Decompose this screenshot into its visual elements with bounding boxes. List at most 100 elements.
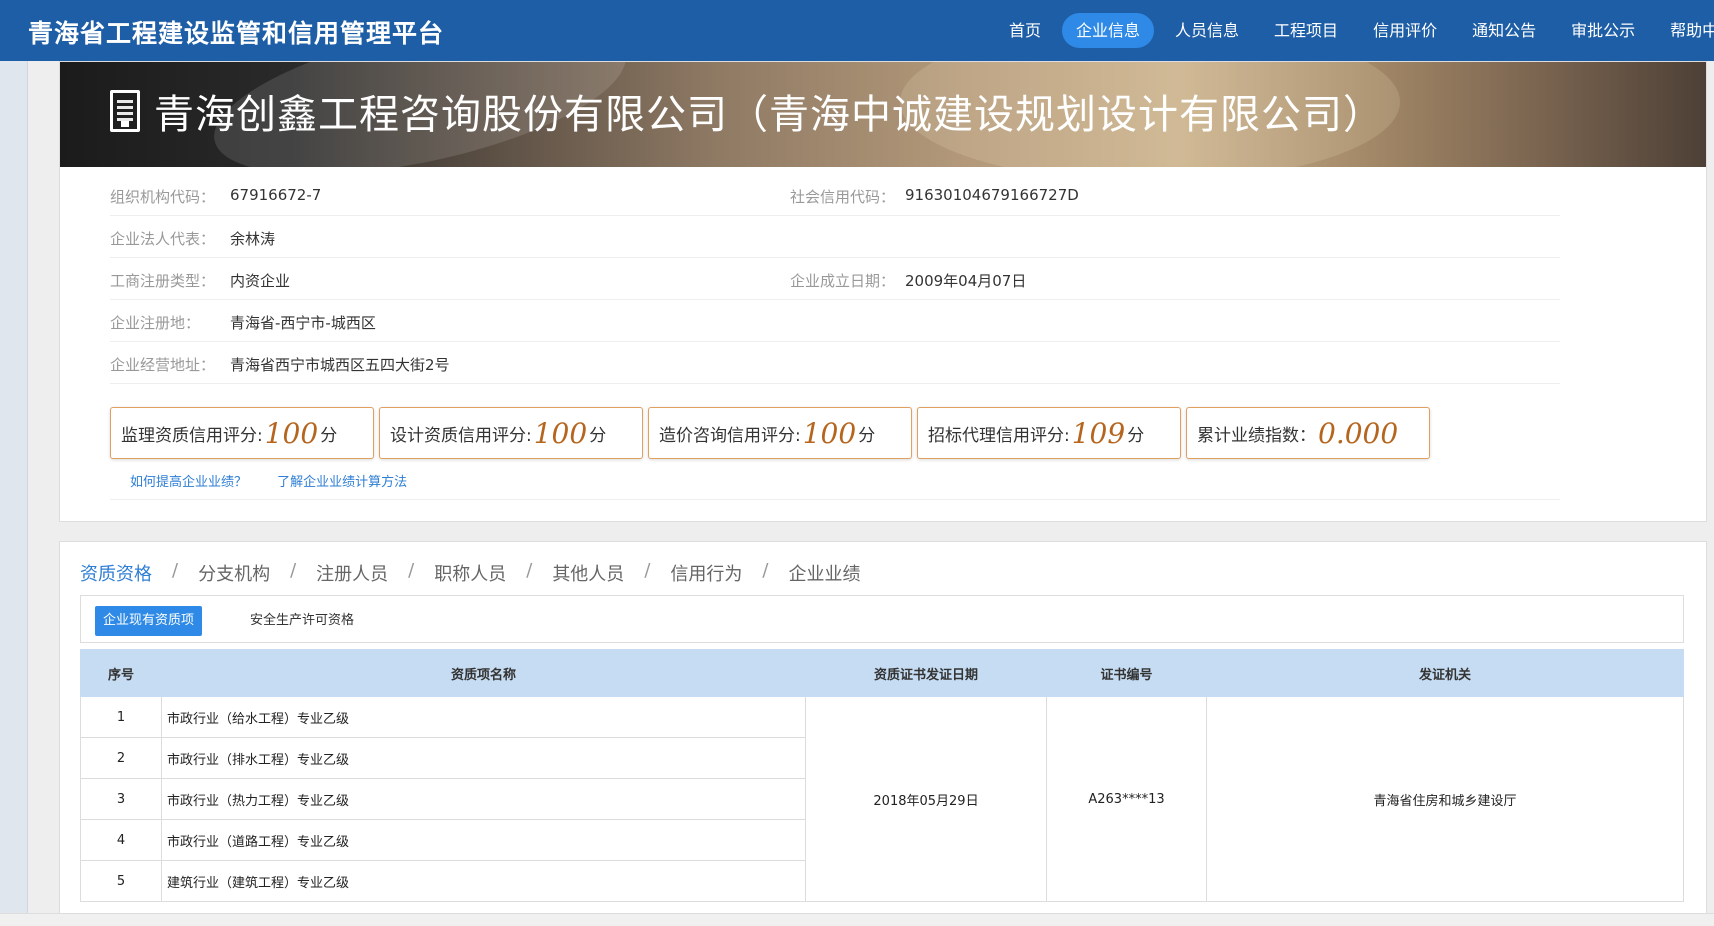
org-code-value: 67916672-7 (230, 186, 322, 204)
tab-separator: / (644, 560, 651, 581)
address-label: 企业经营地址： (110, 356, 216, 374)
table-row: 1 市政行业（给水工程）专业乙级 2018年05月29日 A263****13 … (80, 696, 1684, 902)
nav-company-info[interactable]: 企业信息 (1062, 13, 1155, 48)
tab-performance[interactable]: 企业业绩 (788, 560, 860, 586)
site-title: 青海省工程建设监管和信用管理平台 (28, 19, 445, 48)
col-header-name: 资质项名称 (161, 649, 806, 697)
credit-code-value: 91630104679166727D (905, 186, 1079, 204)
col-header-cert-no: 证书编号 (1046, 649, 1207, 697)
qualification-table: 序号 资质项名称 资质证书发证日期 证书编号 发证机关 1 市政行业（给水工程）… (80, 649, 1684, 902)
nav-home[interactable]: 首页 (995, 13, 1055, 48)
banner-title: 青海创鑫工程咨询股份有限公司（青海中诚建设规划设计有限公司） (110, 82, 1384, 140)
info-row: 企业法人代表： 余林涛 (110, 216, 1560, 258)
cert-no-cell: A263****13 (1046, 696, 1207, 902)
sub-tabs: 企业现有资质项 安全生产许可资格 (80, 595, 1684, 643)
reg-type-value: 内资企业 (230, 272, 291, 290)
tab-titled-staff[interactable]: 职称人员 (434, 560, 506, 586)
company-info-panel: 青海创鑫工程咨询股份有限公司（青海中诚建设规划设计有限公司） 组织机构代码： 6… (59, 61, 1707, 522)
info-row: 企业注册地： 青海省-西宁市-城西区 (110, 300, 1560, 342)
tab-credit-behavior[interactable]: 信用行为 (670, 560, 742, 586)
score-label: 监理资质信用评分: (121, 425, 263, 446)
score-value: 100 (533, 416, 588, 450)
detail-tabs: 资质资格 / 分支机构 / 注册人员 / 职称人员 / 其他人员 / 信用行为 … (80, 560, 860, 586)
row-no: 3 (80, 778, 162, 820)
company-name: 青海创鑫工程咨询股份有限公司（青海中诚建设规划设计有限公司） (154, 92, 1384, 138)
tab-separator: / (172, 560, 179, 581)
score-label: 造价咨询信用评分: (659, 425, 801, 446)
tab-qualifications[interactable]: 资质资格 (80, 560, 152, 586)
subtab-current-qualifications[interactable]: 企业现有资质项 (95, 606, 203, 636)
tab-separator: / (408, 560, 415, 581)
credit-scores: 监理资质信用评分: 100 分 设计资质信用评分: 100 分 造价咨询信用评分… (110, 407, 1435, 459)
address-value: 青海省西宁市城西区五四大街2号 (230, 356, 450, 374)
col-header-issuer: 发证机关 (1206, 649, 1684, 697)
top-header: 青海省工程建设监管和信用管理平台 首页 企业信息 人员信息 工程项目 信用评价 … (0, 0, 1714, 61)
col-header-no: 序号 (80, 649, 162, 697)
score-card-bidding-agency: 招标代理信用评分: 109 分 (917, 407, 1181, 459)
nav-help-center[interactable]: 帮助中心 (1656, 13, 1714, 48)
tab-other-staff[interactable]: 其他人员 (552, 560, 624, 586)
score-card-supervision: 监理资质信用评分: 100 分 (110, 407, 374, 459)
tab-registered-staff[interactable]: 注册人员 (316, 560, 388, 586)
score-unit: 分 (858, 425, 876, 446)
info-row: 组织机构代码： 67916672-7 社会信用代码： 9163010467916… (110, 174, 1560, 216)
qualification-panel: 资质资格 / 分支机构 / 注册人员 / 职称人员 / 其他人员 / 信用行为 … (59, 541, 1707, 926)
info-row: 企业经营地址： 青海省西宁市城西区五四大街2号 (110, 342, 1560, 384)
issuer-cell: 青海省住房和城乡建设厅 (1206, 696, 1684, 902)
nav-notices[interactable]: 通知公告 (1458, 13, 1550, 48)
score-card-cost-consulting: 造价咨询信用评分: 100 分 (648, 407, 912, 459)
main-nav: 首页 企业信息 人员信息 工程项目 信用评价 通知公告 审批公示 帮助中心 (995, 13, 1714, 48)
reg-place-value: 青海省-西宁市-城西区 (230, 314, 376, 332)
nav-approval-publicity[interactable]: 审批公示 (1557, 13, 1649, 48)
score-label: 设计资质信用评分: (390, 425, 532, 446)
row-qualification-name: 建筑行业（建筑工程）专业乙级 (161, 860, 806, 902)
table-header-row: 序号 资质项名称 资质证书发证日期 证书编号 发证机关 (80, 649, 1684, 697)
col-header-issue-date: 资质证书发证日期 (805, 649, 1047, 697)
row-no: 5 (80, 860, 162, 902)
score-value: 0.000 (1318, 416, 1399, 450)
found-date-label: 企业成立日期： (790, 272, 896, 290)
score-unit: 分 (1127, 425, 1145, 446)
building-icon (110, 90, 140, 132)
credit-code-label: 社会信用代码： (790, 188, 896, 206)
score-value: 100 (264, 416, 319, 450)
help-links: 如何提高企业业绩？ 了解企业业绩计算方法 (130, 471, 433, 490)
score-value: 109 (1071, 416, 1126, 450)
tab-separator: / (290, 560, 297, 581)
legal-rep-label: 企业法人代表： (110, 230, 216, 248)
legal-rep-value: 余林涛 (230, 230, 276, 248)
row-no: 2 (80, 737, 162, 779)
subtab-safety-license[interactable]: 安全生产许可资格 (242, 606, 362, 636)
reg-place-label: 企业注册地： (110, 314, 201, 332)
nav-credit-evaluation[interactable]: 信用评价 (1359, 13, 1451, 48)
score-unit: 分 (589, 425, 607, 446)
score-unit: 分 (320, 425, 338, 446)
found-date-value: 2009年04月07日 (905, 272, 1027, 290)
row-no: 1 (80, 696, 162, 738)
reg-type-label: 工商注册类型： (110, 272, 216, 290)
score-card-design: 设计资质信用评分: 100 分 (379, 407, 643, 459)
row-qualification-name: 市政行业（道路工程）专业乙级 (161, 819, 806, 861)
row-no: 4 (80, 819, 162, 861)
tab-separator: / (526, 560, 533, 581)
divider (110, 499, 1560, 500)
company-banner: 青海创鑫工程咨询股份有限公司（青海中诚建设规划设计有限公司） (60, 62, 1706, 167)
row-qualification-name: 市政行业（给水工程）专业乙级 (161, 696, 806, 738)
nav-personnel-info[interactable]: 人员信息 (1161, 13, 1253, 48)
tab-separator: / (762, 560, 769, 581)
score-label: 招标代理信用评分: (928, 425, 1070, 446)
nav-projects[interactable]: 工程项目 (1260, 13, 1352, 48)
tab-branches[interactable]: 分支机构 (198, 560, 270, 586)
issue-date-cell: 2018年05月29日 (805, 696, 1047, 902)
horizontal-scrollbar[interactable] (0, 913, 1714, 926)
left-gutter (0, 61, 28, 914)
score-value: 100 (802, 416, 857, 450)
row-qualification-name: 市政行业（热力工程）专业乙级 (161, 778, 806, 820)
row-qualification-name: 市政行业（排水工程）专业乙级 (161, 737, 806, 779)
info-row: 工商注册类型： 内资企业 企业成立日期： 2009年04月07日 (110, 258, 1560, 300)
calc-method-link[interactable]: 了解企业业绩计算方法 (277, 475, 407, 490)
score-card-performance-index: 累计业绩指数： 0.000 (1186, 407, 1430, 459)
score-label: 累计业绩指数： (1197, 425, 1316, 446)
org-code-label: 组织机构代码： (110, 188, 216, 206)
improve-performance-link[interactable]: 如何提高企业业绩？ (130, 475, 247, 490)
